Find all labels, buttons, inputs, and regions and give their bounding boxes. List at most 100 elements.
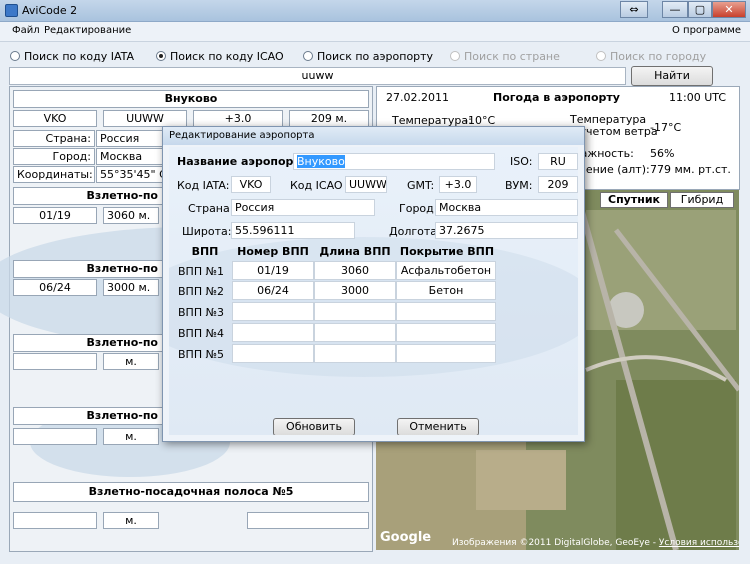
runway-1-title: Взлетно-по [13,187,163,205]
menu-file[interactable]: Файл [12,25,40,36]
close-button[interactable]: ✕ [712,1,746,18]
row-5-length[interactable] [314,344,396,363]
dialog-title: Редактирование аэропорта [163,127,584,145]
weather-title: Погода в аэропорту [493,91,620,104]
radio-label: Поиск по коду IATA [24,49,135,63]
runway-5-number [13,512,97,529]
runway-2-length: 3000 м. [103,279,159,296]
longitude-field[interactable]: 37.2675 [435,222,578,239]
runway-3-title: Взлетно-по [13,334,163,352]
cancel-button[interactable]: Отменить [397,418,479,435]
grid-header-runway: ВПП [191,245,219,258]
find-button[interactable]: Найти [631,66,713,86]
row-2-surface[interactable]: Бетон [396,281,496,300]
row-1-surface[interactable]: Асфальтобетон [396,261,496,280]
edit-airport-dialog: Редактирование аэропорта Название аэропо… [162,126,585,442]
country-label: Страна: [188,202,234,215]
wind-temp-value: -17°C [650,121,682,134]
city-field[interactable]: Москва [435,199,578,216]
iata-field[interactable]: VKO [231,176,271,193]
longitude-label: Долгота: [389,225,441,238]
grid-header-length: Длина ВПП [319,245,391,258]
runway-2-number: 06/24 [13,279,97,296]
grid-header-number: Номер ВПП [237,245,309,258]
radio-label: Поиск по стране [464,49,560,63]
row-1-length[interactable]: 3060 [314,261,396,280]
radio-icao[interactable]: Поиск по коду ICAO [156,49,284,63]
menu-edit[interactable]: Редактирование [44,25,131,36]
weather-time: 11:00 UTC [669,91,727,104]
hybrid-button[interactable]: Гибрид [670,192,734,208]
gmt-label: GMT: [407,179,435,192]
row-5-label: ВПП №5 [178,348,225,361]
radio-label: Поиск по коду ICAO [170,49,284,63]
menu-bar: Файл Редактирование О программе [0,22,750,42]
city-label: Город: [399,202,438,215]
city-value: Москва [96,148,166,165]
runway-4-title: Взлетно-по [13,407,163,425]
map-attribution: Изображения ©2011 DigitalGlobe, GeoEye -… [452,538,739,548]
minimize-button[interactable]: — [662,1,688,18]
runway-5-surface [247,512,369,529]
row-4-label: ВПП №4 [178,327,225,340]
runway-2-title: Взлетно-по [13,260,163,278]
iso-field[interactable]: RU [538,153,578,170]
update-button[interactable]: Обновить [273,418,355,435]
window-title: AviCode 2 [22,4,78,17]
row-2-label: ВПП №2 [178,285,225,298]
runway-4-number [13,428,97,445]
row-3-length[interactable] [314,302,396,321]
iso-label: ISO: [510,155,533,168]
name-selected-text: Внуково [297,155,345,168]
vum-field[interactable]: 209 [538,176,578,193]
runway-1-length: 3060 м. [103,207,159,224]
icao-field[interactable]: UUWW [345,176,387,193]
radio-city: Поиск по городу [596,49,706,63]
row-4-surface[interactable] [396,323,496,342]
row-3-number[interactable] [232,302,314,321]
radio-dot [303,51,313,61]
row-2-length[interactable]: 3000 [314,281,396,300]
row-5-number[interactable] [232,344,314,363]
icao-label: Код ICAO [290,179,343,192]
radio-dot-selected [156,51,166,61]
radio-iata[interactable]: Поиск по коду IATA [10,49,134,63]
swap-icon[interactable]: ⇔ [620,1,648,18]
row-2-number[interactable]: 06/24 [232,281,314,300]
search-input[interactable]: uuww [9,67,626,85]
elevation-value: 209 м. [289,110,369,127]
runway-3-number [13,353,97,370]
runway-3-length: м. [103,353,159,370]
maximize-button[interactable]: ▢ [688,1,712,18]
runway-1-number: 01/19 [13,207,97,224]
name-field[interactable]: Внуково [293,153,495,170]
gmt-value: +3.0 [193,110,283,127]
gmt-field[interactable]: +3.0 [439,176,477,193]
radio-airport[interactable]: Поиск по аэропорту [303,49,433,63]
radio-dot [450,51,460,61]
radio-label: Поиск по городу [610,49,707,63]
menu-about[interactable]: О программе [672,25,741,36]
satellite-button[interactable]: Спутник [600,192,668,208]
radio-country: Поиск по стране [450,49,560,63]
country-label: Страна: [13,130,95,147]
row-3-surface[interactable] [396,302,496,321]
vum-label: ВУМ: [505,179,533,192]
radio-label: Поиск по аэропорту [317,49,434,63]
row-4-length[interactable] [314,323,396,342]
iata-label: Код IATA: [177,179,230,192]
country-value: Россия [96,130,166,147]
radio-dot [596,51,606,61]
latitude-field[interactable]: 55.596111 [231,222,355,239]
grid-header-surface: Покрытие ВПП [399,245,495,258]
runway-5-title: Взлетно-посадочная полоса №5 [13,482,369,502]
city-label: Город: [13,148,95,165]
country-field[interactable]: Россия [231,199,375,216]
humidity-value: 56% [650,147,675,160]
icao-value: UUWW [103,110,187,127]
dialog-body: Название аэропорта Внуково ISO: RU Код I… [169,147,578,435]
row-1-number[interactable]: 01/19 [232,261,314,280]
row-4-number[interactable] [232,323,314,342]
row-5-surface[interactable] [396,344,496,363]
terms-link[interactable]: Условия использования [659,538,739,548]
